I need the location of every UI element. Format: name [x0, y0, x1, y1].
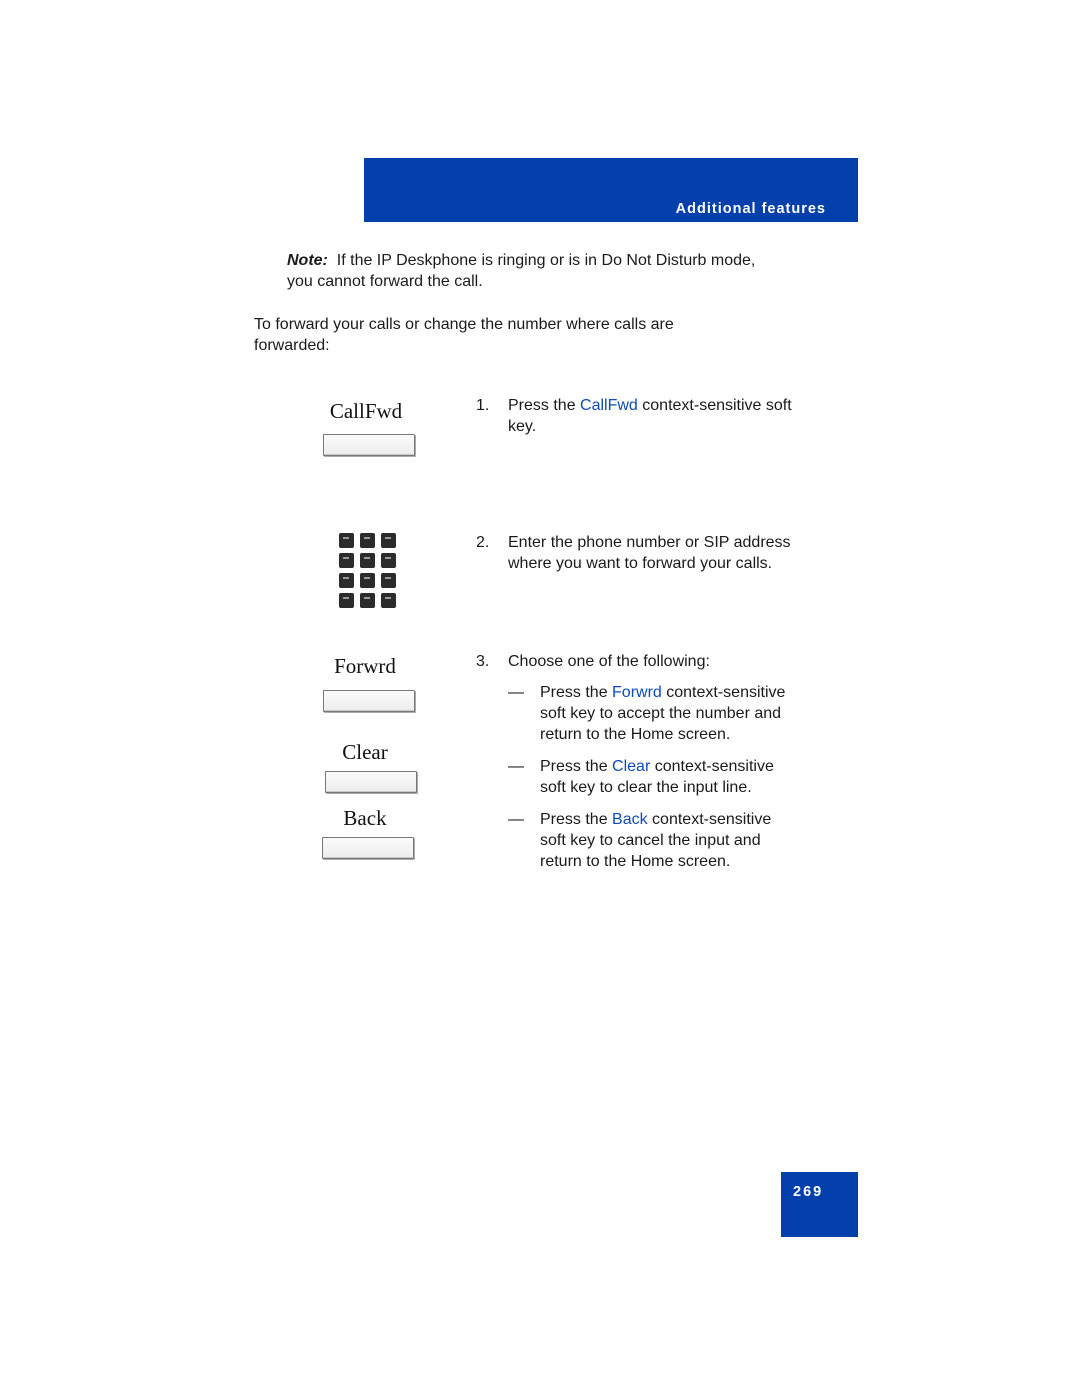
step-1-line2: key.	[508, 418, 537, 435]
callfwd-softkey-label: CallFwd	[329, 399, 403, 423]
back-softkey-label: Back	[343, 806, 387, 830]
note-label: Note:	[287, 252, 328, 269]
dialpad-key-0	[360, 593, 375, 608]
step-2-number: 2.	[476, 534, 490, 551]
dialpad-key-2	[360, 533, 375, 548]
intro-paragraph: To forward your calls or change the numb…	[254, 314, 674, 356]
option-3-post: context-sensitive	[647, 811, 772, 828]
option-2-dash: —	[508, 758, 524, 775]
section-header-bar: Additional features	[364, 158, 858, 222]
forwrd-softkey[interactable]	[323, 690, 415, 712]
dialpad-key-6	[381, 553, 396, 568]
dialpad-icon	[339, 533, 399, 610]
option-2-pre: Press the	[540, 758, 613, 775]
option-1-line3: return to the Home screen.	[540, 726, 731, 743]
dialpad-key-star	[339, 593, 354, 608]
option-2-line2: soft key to clear the input line.	[540, 779, 752, 796]
dialpad-key-5	[360, 553, 375, 568]
step-2-text: Enter the phone number or SIP address wh…	[508, 532, 791, 574]
step-2-line1: Enter the phone number or SIP address	[508, 534, 791, 551]
intro-line1: To forward your calls or change the numb…	[254, 316, 674, 333]
dialpad-key-1	[339, 533, 354, 548]
dialpad-key-7	[339, 573, 354, 588]
option-1-line2: soft key to accept the number and	[540, 705, 782, 722]
step-3-number: 3.	[476, 653, 490, 670]
option-3-keyword: Back	[612, 811, 648, 828]
note-paragraph: Note: If the IP Deskphone is ringing or …	[287, 250, 755, 292]
step-2-line2: where you want to forward your calls.	[508, 555, 773, 572]
forwrd-softkey-label: Forwrd	[334, 654, 396, 678]
option-2-post: context-sensitive	[650, 758, 774, 775]
option-clear-text: Press the Clear context-sensitive soft k…	[540, 756, 774, 798]
page-number-box: 269	[781, 1172, 858, 1237]
option-3-line3: return to the Home screen.	[540, 853, 731, 870]
dialpad-key-8	[360, 573, 375, 588]
step-1-post: context-sensitive soft	[637, 397, 792, 414]
option-3-line2: soft key to cancel the input and	[540, 832, 761, 849]
option-1-dash: —	[508, 684, 524, 701]
back-softkey[interactable]	[322, 837, 414, 859]
step-1-pre: Press the	[508, 397, 581, 414]
step-3-line1: Choose one of the following:	[508, 653, 710, 670]
clear-softkey-label: Clear	[342, 740, 388, 764]
dialpad-key-4	[339, 553, 354, 568]
option-1-keyword: Forwrd	[612, 684, 662, 701]
dialpad-key-hash	[381, 593, 396, 608]
intro-line2: forwarded:	[254, 337, 330, 354]
step-1-number: 1.	[476, 397, 490, 414]
step-1-keyword: CallFwd	[580, 397, 638, 414]
option-1-pre: Press the	[540, 684, 613, 701]
option-3-dash: —	[508, 811, 524, 828]
option-1-post: context-sensitive	[661, 684, 786, 701]
option-3-pre: Press the	[540, 811, 613, 828]
note-text-line2: you cannot forward the call.	[287, 273, 483, 290]
page-number: 269	[793, 1184, 824, 1200]
option-2-keyword: Clear	[612, 758, 651, 775]
dialpad-key-3	[381, 533, 396, 548]
option-back-text: Press the Back context-sensitive soft ke…	[540, 809, 771, 872]
callfwd-softkey[interactable]	[323, 434, 415, 456]
clear-softkey[interactable]	[325, 771, 417, 793]
dialpad-key-9	[381, 573, 396, 588]
note-text-line1: If the IP Deskphone is ringing or is in …	[336, 252, 756, 269]
option-forwrd-text: Press the Forwrd context-sensitive soft …	[540, 682, 785, 745]
section-title: Additional features	[675, 201, 826, 217]
step-1-text: Press the CallFwd context-sensitive soft…	[508, 395, 792, 437]
